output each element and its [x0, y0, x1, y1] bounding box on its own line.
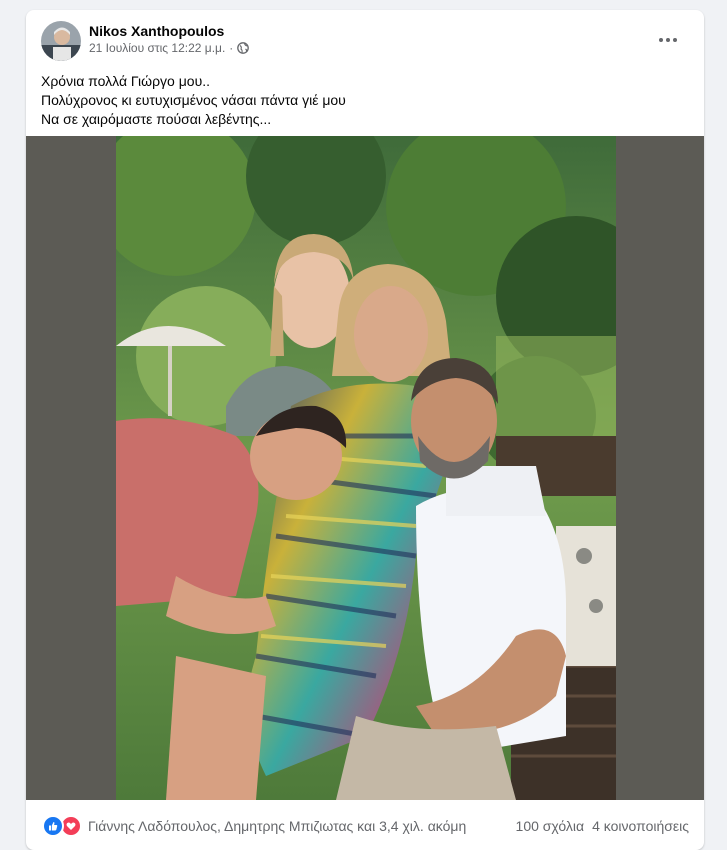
globe-icon[interactable] [237, 42, 250, 54]
meta-separator: · [229, 41, 234, 55]
reactors-text[interactable]: Γιάννης Λαδόπουλος, Δημητρης Μπιζιωτας κ… [88, 818, 466, 834]
post-media [26, 136, 704, 800]
comments-count[interactable]: 100 σχόλια [516, 818, 585, 834]
post-text-line: Να σε χαιρόμαστε πούσαι λεβέντης... [41, 111, 272, 127]
author-avatar[interactable] [41, 21, 81, 61]
shares-count[interactable]: 4 κοινοποιήσεις [592, 818, 689, 834]
reactions-summary[interactable]: Γιάννης Λαδόπουλος, Δημητρης Μπιζιωτας κ… [42, 815, 466, 837]
post-photo[interactable] [116, 136, 616, 800]
post-timestamp[interactable]: 21 Ιουλίου στις 12:22 μ.μ. [89, 41, 225, 55]
post-footer: Γιάννης Λαδόπουλος, Δημητρης Μπιζιωτας κ… [26, 800, 704, 850]
post-text-line: Πολύχρονος κι ευτυχισμένος νάσαι πάντα γ… [41, 92, 346, 108]
post-card: Nikos Xanthopoulos 21 Ιουλίου στις 12:22… [26, 10, 704, 850]
post-text: Χρόνια πολλά Γιώργο μου.. Πολύχρονος κι … [41, 72, 681, 129]
engagement-counts: 100 σχόλια 4 κοινοποιήσεις [516, 818, 689, 834]
post-meta: 21 Ιουλίου στις 12:22 μ.μ. · [89, 41, 250, 55]
like-icon [42, 815, 64, 837]
more-options-icon[interactable] [650, 28, 686, 52]
post-header: Nikos Xanthopoulos 21 Ιουλίου στις 12:22… [26, 10, 704, 66]
post-text-line: Χρόνια πολλά Γιώργο μου.. [41, 73, 211, 89]
author-name[interactable]: Nikos Xanthopoulos [89, 23, 224, 39]
